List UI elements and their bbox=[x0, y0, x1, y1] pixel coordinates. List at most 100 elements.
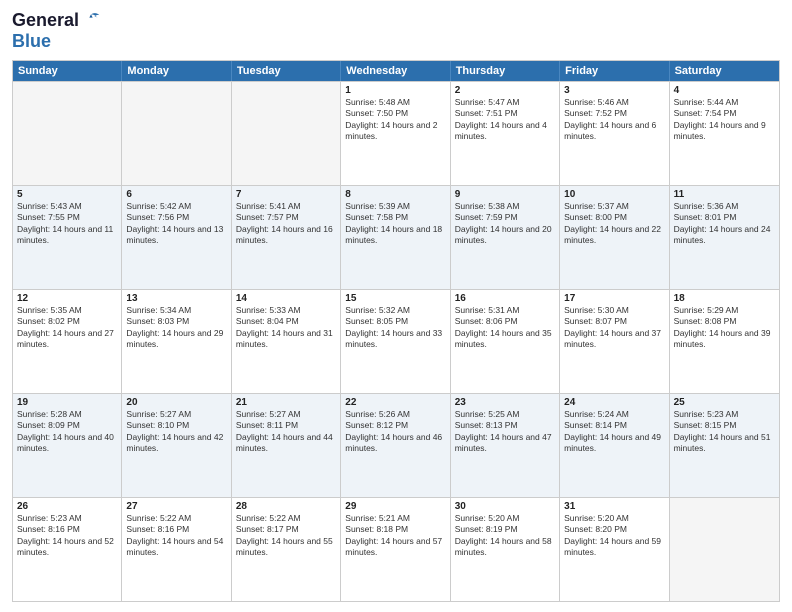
day-detail: Sunrise: 5:27 AMSunset: 8:10 PMDaylight:… bbox=[126, 409, 226, 455]
day-detail: Sunrise: 5:46 AMSunset: 7:52 PMDaylight:… bbox=[564, 97, 664, 143]
calendar-cell: 13Sunrise: 5:34 AMSunset: 8:03 PMDayligh… bbox=[122, 290, 231, 393]
day-detail: Sunrise: 5:36 AMSunset: 8:01 PMDaylight:… bbox=[674, 201, 775, 247]
calendar: SundayMondayTuesdayWednesdayThursdayFrid… bbox=[12, 60, 780, 602]
day-number: 10 bbox=[564, 189, 664, 200]
day-number: 26 bbox=[17, 501, 117, 512]
day-detail: Sunrise: 5:48 AMSunset: 7:50 PMDaylight:… bbox=[345, 97, 445, 143]
day-detail: Sunrise: 5:34 AMSunset: 8:03 PMDaylight:… bbox=[126, 305, 226, 351]
day-number: 29 bbox=[345, 501, 445, 512]
calendar-header-cell: Saturday bbox=[670, 61, 779, 81]
calendar-cell bbox=[670, 498, 779, 601]
calendar-cell: 27Sunrise: 5:22 AMSunset: 8:16 PMDayligh… bbox=[122, 498, 231, 601]
calendar-cell: 17Sunrise: 5:30 AMSunset: 8:07 PMDayligh… bbox=[560, 290, 669, 393]
day-number: 15 bbox=[345, 293, 445, 304]
calendar-cell: 5Sunrise: 5:43 AMSunset: 7:55 PMDaylight… bbox=[13, 186, 122, 289]
calendar-cell: 20Sunrise: 5:27 AMSunset: 8:10 PMDayligh… bbox=[122, 394, 231, 497]
calendar-cell bbox=[13, 82, 122, 185]
day-number: 17 bbox=[564, 293, 664, 304]
calendar-cell bbox=[232, 82, 341, 185]
calendar-cell: 26Sunrise: 5:23 AMSunset: 8:16 PMDayligh… bbox=[13, 498, 122, 601]
calendar-cell: 18Sunrise: 5:29 AMSunset: 8:08 PMDayligh… bbox=[670, 290, 779, 393]
calendar-cell: 4Sunrise: 5:44 AMSunset: 7:54 PMDaylight… bbox=[670, 82, 779, 185]
day-detail: Sunrise: 5:38 AMSunset: 7:59 PMDaylight:… bbox=[455, 201, 555, 247]
calendar-cell: 30Sunrise: 5:20 AMSunset: 8:19 PMDayligh… bbox=[451, 498, 560, 601]
day-number: 30 bbox=[455, 501, 555, 512]
day-detail: Sunrise: 5:22 AMSunset: 8:17 PMDaylight:… bbox=[236, 513, 336, 559]
day-detail: Sunrise: 5:28 AMSunset: 8:09 PMDaylight:… bbox=[17, 409, 117, 455]
day-number: 22 bbox=[345, 397, 445, 408]
calendar-row: 12Sunrise: 5:35 AMSunset: 8:02 PMDayligh… bbox=[13, 289, 779, 393]
day-detail: Sunrise: 5:24 AMSunset: 8:14 PMDaylight:… bbox=[564, 409, 664, 455]
calendar-header-cell: Tuesday bbox=[232, 61, 341, 81]
page: General Blue SundayMondayTuesdayWednesda… bbox=[0, 0, 792, 612]
day-number: 4 bbox=[674, 85, 775, 96]
day-detail: Sunrise: 5:23 AMSunset: 8:16 PMDaylight:… bbox=[17, 513, 117, 559]
calendar-header-cell: Monday bbox=[122, 61, 231, 81]
calendar-cell: 15Sunrise: 5:32 AMSunset: 8:05 PMDayligh… bbox=[341, 290, 450, 393]
logo: General Blue bbox=[12, 10, 101, 52]
day-detail: Sunrise: 5:39 AMSunset: 7:58 PMDaylight:… bbox=[345, 201, 445, 247]
calendar-cell: 28Sunrise: 5:22 AMSunset: 8:17 PMDayligh… bbox=[232, 498, 341, 601]
day-detail: Sunrise: 5:23 AMSunset: 8:15 PMDaylight:… bbox=[674, 409, 775, 455]
day-number: 8 bbox=[345, 189, 445, 200]
calendar-body: 1Sunrise: 5:48 AMSunset: 7:50 PMDaylight… bbox=[13, 81, 779, 601]
day-detail: Sunrise: 5:20 AMSunset: 8:20 PMDaylight:… bbox=[564, 513, 664, 559]
calendar-cell: 8Sunrise: 5:39 AMSunset: 7:58 PMDaylight… bbox=[341, 186, 450, 289]
calendar-cell: 11Sunrise: 5:36 AMSunset: 8:01 PMDayligh… bbox=[670, 186, 779, 289]
calendar-header-cell: Sunday bbox=[13, 61, 122, 81]
day-number: 3 bbox=[564, 85, 664, 96]
logo-blue-text: Blue bbox=[12, 31, 51, 52]
calendar-cell: 2Sunrise: 5:47 AMSunset: 7:51 PMDaylight… bbox=[451, 82, 560, 185]
day-detail: Sunrise: 5:22 AMSunset: 8:16 PMDaylight:… bbox=[126, 513, 226, 559]
day-detail: Sunrise: 5:42 AMSunset: 7:56 PMDaylight:… bbox=[126, 201, 226, 247]
day-number: 18 bbox=[674, 293, 775, 304]
calendar-cell: 12Sunrise: 5:35 AMSunset: 8:02 PMDayligh… bbox=[13, 290, 122, 393]
day-number: 31 bbox=[564, 501, 664, 512]
day-number: 7 bbox=[236, 189, 336, 200]
calendar-header: SundayMondayTuesdayWednesdayThursdayFrid… bbox=[13, 61, 779, 81]
day-number: 5 bbox=[17, 189, 117, 200]
day-detail: Sunrise: 5:41 AMSunset: 7:57 PMDaylight:… bbox=[236, 201, 336, 247]
day-detail: Sunrise: 5:43 AMSunset: 7:55 PMDaylight:… bbox=[17, 201, 117, 247]
day-number: 1 bbox=[345, 85, 445, 96]
calendar-cell: 3Sunrise: 5:46 AMSunset: 7:52 PMDaylight… bbox=[560, 82, 669, 185]
day-detail: Sunrise: 5:44 AMSunset: 7:54 PMDaylight:… bbox=[674, 97, 775, 143]
day-detail: Sunrise: 5:26 AMSunset: 8:12 PMDaylight:… bbox=[345, 409, 445, 455]
calendar-cell: 21Sunrise: 5:27 AMSunset: 8:11 PMDayligh… bbox=[232, 394, 341, 497]
day-detail: Sunrise: 5:30 AMSunset: 8:07 PMDaylight:… bbox=[564, 305, 664, 351]
day-number: 12 bbox=[17, 293, 117, 304]
day-number: 6 bbox=[126, 189, 226, 200]
day-detail: Sunrise: 5:33 AMSunset: 8:04 PMDaylight:… bbox=[236, 305, 336, 351]
calendar-header-cell: Thursday bbox=[451, 61, 560, 81]
day-number: 28 bbox=[236, 501, 336, 512]
calendar-row: 1Sunrise: 5:48 AMSunset: 7:50 PMDaylight… bbox=[13, 81, 779, 185]
day-number: 11 bbox=[674, 189, 775, 200]
day-detail: Sunrise: 5:29 AMSunset: 8:08 PMDaylight:… bbox=[674, 305, 775, 351]
calendar-cell: 6Sunrise: 5:42 AMSunset: 7:56 PMDaylight… bbox=[122, 186, 231, 289]
logo-general-text: General bbox=[12, 10, 79, 31]
day-detail: Sunrise: 5:35 AMSunset: 8:02 PMDaylight:… bbox=[17, 305, 117, 351]
day-number: 25 bbox=[674, 397, 775, 408]
calendar-row: 5Sunrise: 5:43 AMSunset: 7:55 PMDaylight… bbox=[13, 185, 779, 289]
calendar-cell bbox=[122, 82, 231, 185]
day-number: 2 bbox=[455, 85, 555, 96]
day-number: 13 bbox=[126, 293, 226, 304]
day-detail: Sunrise: 5:37 AMSunset: 8:00 PMDaylight:… bbox=[564, 201, 664, 247]
day-number: 23 bbox=[455, 397, 555, 408]
calendar-cell: 16Sunrise: 5:31 AMSunset: 8:06 PMDayligh… bbox=[451, 290, 560, 393]
calendar-header-cell: Wednesday bbox=[341, 61, 450, 81]
day-number: 9 bbox=[455, 189, 555, 200]
logo-bird-icon bbox=[81, 11, 101, 31]
day-number: 14 bbox=[236, 293, 336, 304]
day-detail: Sunrise: 5:20 AMSunset: 8:19 PMDaylight:… bbox=[455, 513, 555, 559]
day-detail: Sunrise: 5:25 AMSunset: 8:13 PMDaylight:… bbox=[455, 409, 555, 455]
calendar-header-cell: Friday bbox=[560, 61, 669, 81]
day-detail: Sunrise: 5:32 AMSunset: 8:05 PMDaylight:… bbox=[345, 305, 445, 351]
calendar-row: 26Sunrise: 5:23 AMSunset: 8:16 PMDayligh… bbox=[13, 497, 779, 601]
day-detail: Sunrise: 5:21 AMSunset: 8:18 PMDaylight:… bbox=[345, 513, 445, 559]
day-number: 16 bbox=[455, 293, 555, 304]
day-number: 21 bbox=[236, 397, 336, 408]
day-number: 24 bbox=[564, 397, 664, 408]
calendar-cell: 25Sunrise: 5:23 AMSunset: 8:15 PMDayligh… bbox=[670, 394, 779, 497]
calendar-cell: 24Sunrise: 5:24 AMSunset: 8:14 PMDayligh… bbox=[560, 394, 669, 497]
